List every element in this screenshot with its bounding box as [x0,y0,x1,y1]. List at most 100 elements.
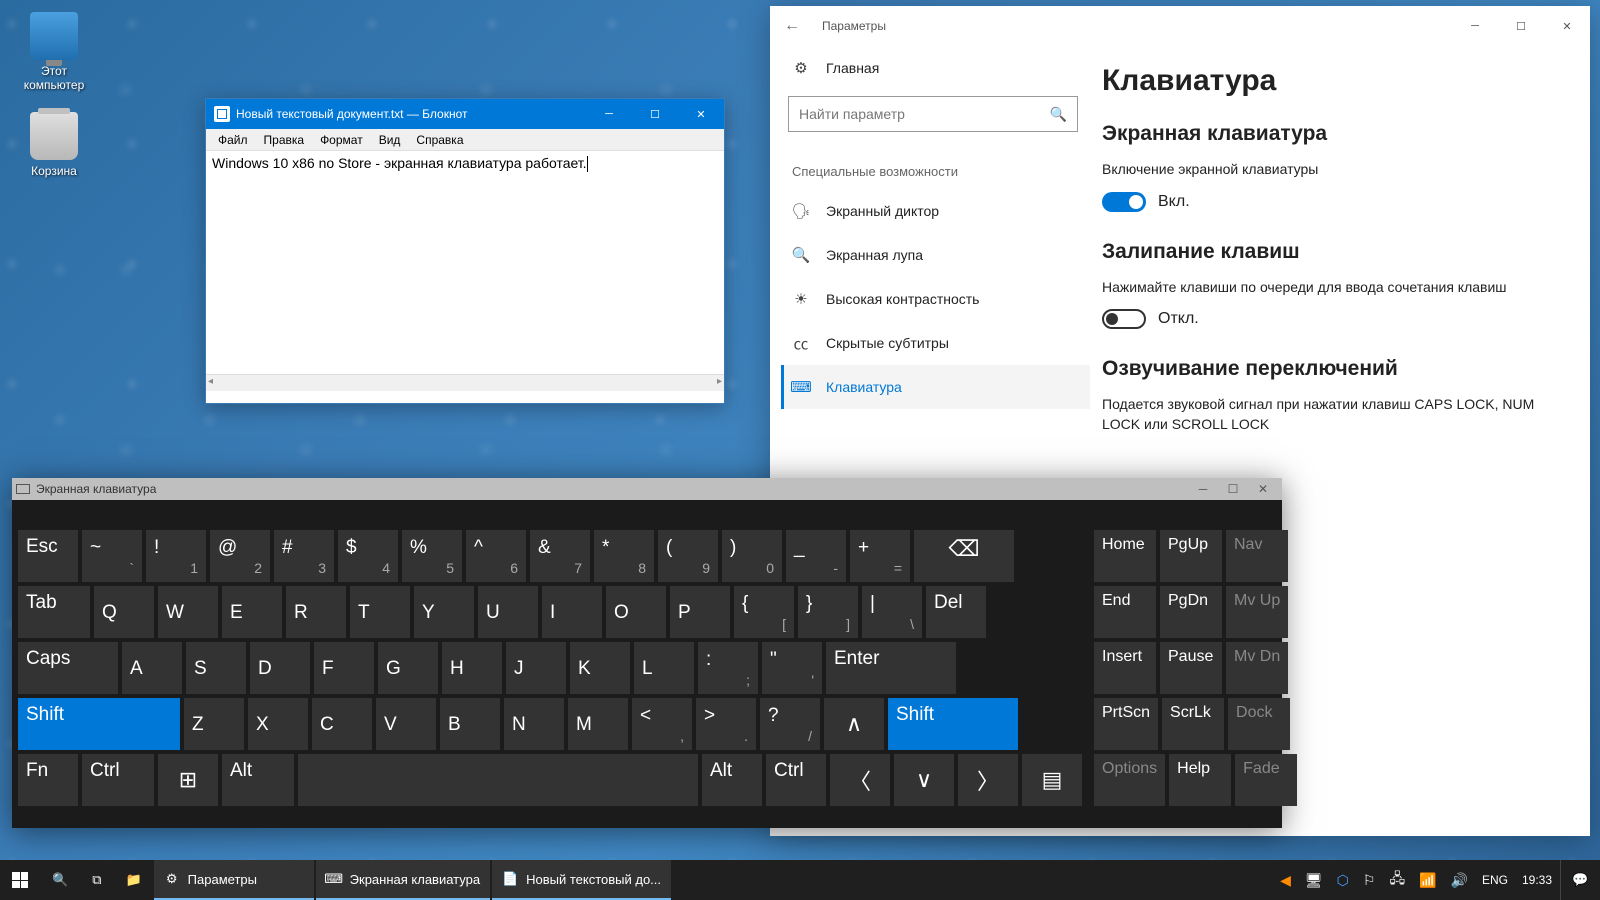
key-[interactable]: 〉 [958,754,1018,806]
key-y[interactable]: Y [414,586,474,638]
key-m[interactable]: M [568,698,628,750]
key-a[interactable]: A [122,642,182,694]
taskbar-app-settings[interactable]: ⚙ Параметры [154,860,314,900]
key-c[interactable]: C [312,698,372,750]
nav-closed-captions[interactable]: ㏄ Скрытые субтитры [784,321,1090,365]
key-l[interactable]: L [634,642,694,694]
key-w[interactable]: W [158,586,218,638]
back-button[interactable]: ← [784,17,800,35]
tray-up-icon[interactable]: ◀ [1280,872,1291,889]
key-esc[interactable]: Esc [18,530,78,582]
key-[interactable]: ∧ [824,698,884,750]
key-f[interactable]: F [314,642,374,694]
key-[interactable]: ⌫ [914,530,1014,582]
key-fn[interactable]: Fn [18,754,78,806]
key-[interactable]: (9 [658,530,718,582]
key-dock[interactable]: Dock [1228,698,1290,750]
key-n[interactable]: N [504,698,564,750]
key-alt[interactable]: Alt [222,754,294,806]
key-[interactable]: !1 [146,530,206,582]
nav-home[interactable]: ⚙ Главная [784,46,1090,90]
key-i[interactable]: I [542,586,602,638]
nav-narrator[interactable]: 🗣 Экранный диктор [784,189,1090,233]
key-caps[interactable]: Caps [18,642,118,694]
explorer-button[interactable]: 📁 [113,860,153,900]
key-h[interactable]: H [442,642,502,694]
menu-edit[interactable]: Правка [256,131,313,149]
settings-titlebar[interactable]: ← Параметры ─ ☐ ✕ [770,6,1590,46]
key-[interactable]: ⊞ [158,754,218,806]
notepad-text-area[interactable]: Windows 10 x86 no Store - экранная клави… [206,151,724,391]
key-[interactable]: *8 [594,530,654,582]
key-scrlk[interactable]: ScrLk [1162,698,1224,750]
key-[interactable]: ^6 [466,530,526,582]
tray-security-icon[interactable]: ⚐ [1363,872,1376,889]
notepad-titlebar[interactable]: Новый текстовый документ.txt — Блокнот ─… [206,99,724,129]
key-g[interactable]: G [378,642,438,694]
search-button[interactable]: 🔍 [40,860,80,900]
key-j[interactable]: J [506,642,566,694]
close-button[interactable]: ✕ [1248,482,1278,496]
menu-view[interactable]: Вид [371,131,409,149]
key-end[interactable]: End [1094,586,1156,638]
minimize-button[interactable]: ─ [1452,10,1498,42]
key-[interactable]: >. [696,698,756,750]
menu-file[interactable]: Файл [210,131,256,149]
key-shift[interactable]: Shift [888,698,1018,750]
nav-keyboard[interactable]: ⌨ Клавиатура [781,365,1090,409]
key-v[interactable]: V [376,698,436,750]
minimize-button[interactable]: ─ [1188,482,1218,496]
tray-monitor-icon[interactable]: 🖥 [1305,872,1323,889]
horizontal-scrollbar[interactable] [206,374,724,391]
key-[interactable]: ∨ [894,754,954,806]
key-[interactable]: <, [632,698,692,750]
key-[interactable]: ~` [82,530,142,582]
menu-help[interactable]: Справка [408,131,471,149]
key-k[interactable]: K [570,642,630,694]
key-[interactable]: :; [698,642,758,694]
tray-wifi-icon[interactable]: 📶 [1419,872,1436,889]
maximize-button[interactable]: ☐ [1498,10,1544,42]
key-u[interactable]: U [478,586,538,638]
action-center-button[interactable]: 💬 [1560,860,1600,900]
close-button[interactable]: ✕ [1544,10,1590,42]
taskview-button[interactable]: ⧉ [80,860,113,900]
tray-volume-icon[interactable]: 🔊 [1451,872,1468,889]
close-button[interactable]: ✕ [678,99,724,129]
tray-language[interactable]: ENG [1482,873,1508,887]
taskbar-app-notepad[interactable]: 📄 Новый текстовый до... [492,860,671,900]
key-pause[interactable]: Pause [1160,642,1222,694]
key-shift[interactable]: Shift [18,698,180,750]
taskbar-app-osk[interactable]: ⌨ Экранная клавиатура [316,860,490,900]
key-fade[interactable]: Fade [1235,754,1297,806]
start-button[interactable] [0,860,40,900]
key-nav[interactable]: Nav [1226,530,1288,582]
tray-bluetooth-icon[interactable]: ⬡ [1337,872,1349,889]
key-options[interactable]: Options [1094,754,1165,806]
key-[interactable] [298,754,698,806]
key-e[interactable]: E [222,586,282,638]
key-d[interactable]: D [250,642,310,694]
key-pgup[interactable]: PgUp [1160,530,1222,582]
key-[interactable]: 〈 [830,754,890,806]
tray-network-icon[interactable]: 🖧 [1389,868,1405,892]
key-insert[interactable]: Insert [1094,642,1156,694]
key-prtscn[interactable]: PrtScn [1094,698,1158,750]
desktop-icon-recycle-bin[interactable]: Корзина [14,112,94,178]
maximize-button[interactable]: ☐ [632,99,678,129]
key-[interactable]: {[ [734,586,794,638]
osk-toggle[interactable] [1102,192,1146,212]
key-[interactable]: &7 [530,530,590,582]
key-[interactable]: $4 [338,530,398,582]
key-[interactable]: )0 [722,530,782,582]
key-[interactable]: ?/ [760,698,820,750]
key-del[interactable]: Del [926,586,986,638]
key-[interactable]: |\ [862,586,922,638]
sticky-toggle[interactable] [1102,309,1146,329]
key-[interactable]: #3 [274,530,334,582]
key-alt[interactable]: Alt [702,754,762,806]
key-[interactable]: _- [786,530,846,582]
key-enter[interactable]: Enter [826,642,956,694]
key-[interactable]: ▤ [1022,754,1082,806]
key-tab[interactable]: Tab [18,586,90,638]
